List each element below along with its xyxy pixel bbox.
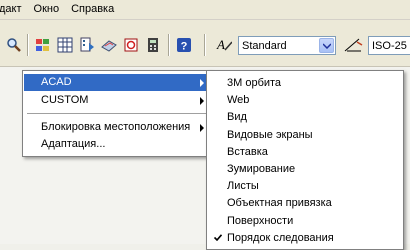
menu-item-lock-location[interactable]: Блокировка местоположения bbox=[24, 119, 210, 136]
submenu-item[interactable]: 3М орбита bbox=[208, 75, 402, 92]
properties-icon[interactable] bbox=[35, 37, 51, 53]
help-icon[interactable]: ? bbox=[176, 37, 192, 53]
toolbar-separator bbox=[168, 34, 170, 56]
menu-edit[interactable]: дакт bbox=[0, 0, 28, 19]
submenu-item-label: Объектная привязка bbox=[227, 197, 332, 210]
submenu-item-label: Web bbox=[227, 94, 250, 107]
svg-text:A: A bbox=[216, 37, 225, 52]
menu-help[interactable]: Справка bbox=[65, 0, 120, 19]
tool-palettes-icon[interactable] bbox=[79, 37, 95, 53]
dim-style-icon[interactable] bbox=[344, 37, 364, 53]
text-style-value: Standard bbox=[242, 40, 287, 52]
menu-item-custom[interactable]: CUSTOM bbox=[24, 92, 210, 109]
dim-style-value: ISO-25 bbox=[372, 40, 407, 52]
markup-icon[interactable] bbox=[123, 37, 139, 53]
menu-bar: дакт Окно Справка bbox=[0, 0, 410, 20]
zoom-icon[interactable] bbox=[6, 37, 22, 53]
submenu-item[interactable]: Объектная привязка bbox=[208, 195, 402, 212]
submenu-item[interactable]: Web bbox=[208, 92, 402, 109]
submenu-arrow-icon bbox=[200, 97, 204, 105]
submenu-item[interactable]: Видовые экраны bbox=[208, 127, 402, 144]
design-center-icon[interactable] bbox=[57, 37, 73, 53]
menu-item-customize[interactable]: Адаптация... bbox=[24, 136, 210, 153]
submenu-item-label: Поверхности bbox=[227, 214, 294, 227]
submenu-item-label: 3М орбита bbox=[227, 77, 282, 89]
submenu-item[interactable]: Поверхности bbox=[208, 213, 402, 230]
submenu-arrow-icon bbox=[200, 124, 204, 132]
svg-text:?: ? bbox=[181, 41, 188, 53]
submenu-item-label: Вставка bbox=[227, 145, 268, 158]
menu-window[interactable]: Окно bbox=[28, 0, 66, 19]
submenu-item-label: Видовые экраны bbox=[227, 128, 313, 141]
toolbar: ? A Standard ISO-25 bbox=[0, 20, 410, 67]
toolbar-separator bbox=[204, 34, 206, 56]
sheet-set-icon[interactable] bbox=[101, 37, 117, 53]
menu-item-acad[interactable]: ACAD bbox=[24, 74, 210, 91]
dim-style-combo[interactable]: ISO-25 bbox=[368, 36, 410, 55]
submenu-item-label: Листы bbox=[227, 180, 259, 193]
toolbars-submenu: 3М орбита Web Вид Видовые экраны Вставка Зуми… bbox=[206, 70, 404, 250]
submenu-item[interactable]: Вид bbox=[208, 109, 402, 126]
menu-separator bbox=[27, 113, 207, 114]
text-style-combo[interactable]: Standard bbox=[238, 36, 336, 55]
context-menu: ACAD CUSTOM Блокировка местоположения Ад… bbox=[22, 70, 212, 157]
checkmark-icon bbox=[214, 234, 222, 241]
chevron-down-icon[interactable] bbox=[319, 38, 334, 53]
submenu-item[interactable]: Листы bbox=[208, 178, 402, 195]
submenu-item[interactable]: Порядок следования bbox=[208, 230, 402, 247]
text-style-icon[interactable]: A bbox=[216, 37, 232, 53]
submenu-item[interactable]: Зумирование bbox=[208, 161, 402, 178]
submenu-arrow-icon bbox=[200, 79, 204, 87]
submenu-item-label: Порядок следования bbox=[227, 231, 334, 244]
submenu-item[interactable]: Вставка bbox=[208, 144, 402, 161]
toolbar-separator bbox=[27, 34, 29, 56]
calculator-icon[interactable] bbox=[145, 37, 161, 53]
submenu-item-label: Вид bbox=[227, 111, 247, 124]
submenu-item-label: Зумирование bbox=[227, 163, 296, 175]
